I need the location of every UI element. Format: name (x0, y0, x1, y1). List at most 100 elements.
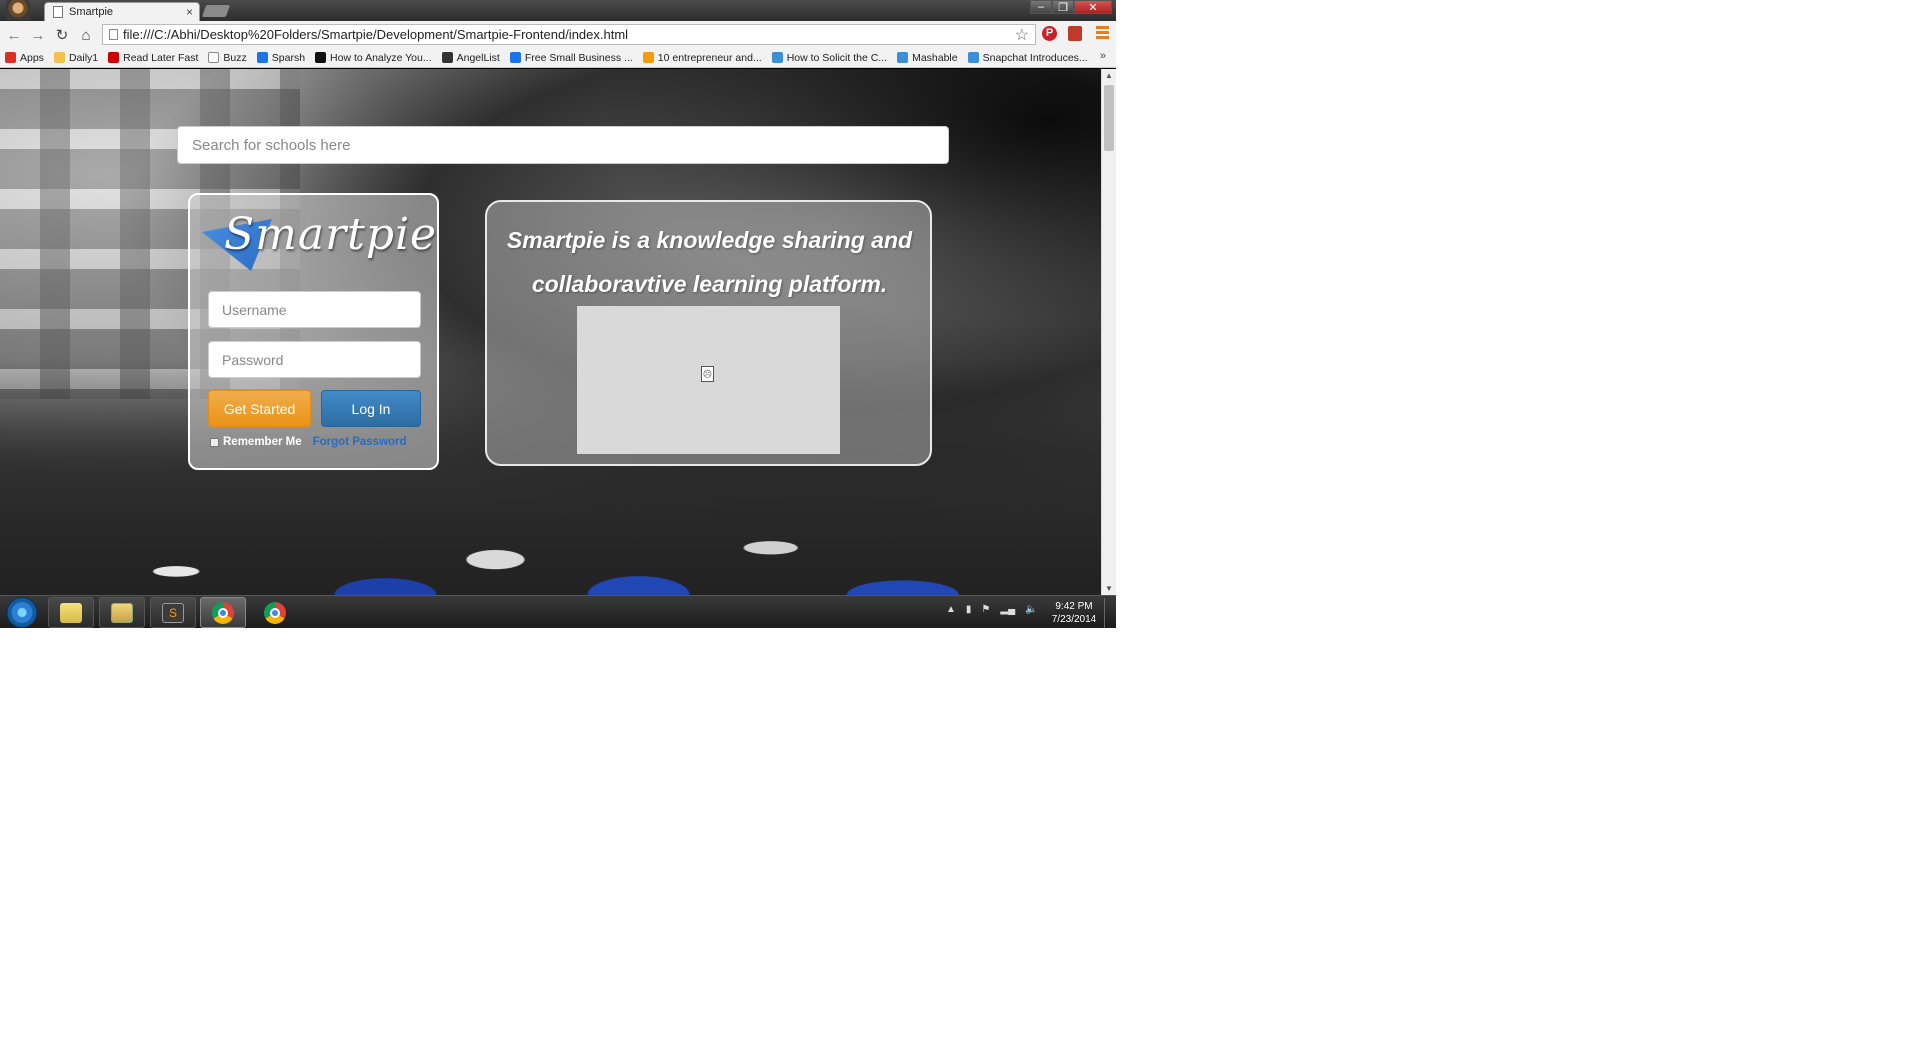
remember-me-checkbox[interactable] (210, 437, 219, 447)
username-field[interactable] (208, 291, 421, 328)
maximize-button[interactable]: ❐ (1052, 0, 1074, 14)
bookmarks-bar: Apps Daily1 Read Later Fast Buzz Sparsh How t… (0, 48, 1116, 68)
info-card: Smartpie is a knowledge sharing and coll… (485, 200, 932, 466)
bookmark-star-icon[interactable]: ☆ (1015, 25, 1029, 45)
password-field[interactable] (208, 341, 421, 378)
taskbar-chrome-app[interactable] (200, 597, 246, 628)
bookmark-item[interactable]: Snapchat Introduces... (963, 52, 1093, 64)
network-signal-icon[interactable]: ▂▄ (1000, 604, 1015, 615)
bookmark-label: Apps (20, 51, 44, 64)
smartpie-logo: Smartpie (202, 209, 436, 275)
reload-icon[interactable]: ↻ (52, 25, 72, 45)
home-icon[interactable]: ⌂ (76, 25, 96, 45)
page-scrollbar[interactable]: ▲ ▼ (1101, 69, 1116, 595)
forward-arrow-icon[interactable]: → (28, 25, 48, 45)
page-favicon-icon (53, 6, 63, 18)
bookmark-item[interactable]: Free Small Business ... (505, 52, 638, 64)
bookmark-item[interactable]: Buzz (203, 52, 251, 64)
login-button[interactable]: Log In (321, 390, 421, 427)
address-bar[interactable]: file:///C:/Abhi/Desktop%20Folders/Smartp… (102, 24, 1036, 45)
bookmark-label: 10 entrepreneur and... (657, 51, 762, 64)
pinterest-extension-icon[interactable]: P (1042, 26, 1057, 41)
clock-time: 9:42 PM (1055, 601, 1093, 612)
chrome-menu-icon[interactable] (1096, 26, 1109, 40)
taskbar-sublime-app[interactable]: S (150, 597, 196, 628)
profile-avatar-icon[interactable] (6, 0, 30, 20)
battery-icon[interactable]: ▮ (966, 604, 972, 615)
chrome-icon (264, 601, 286, 624)
s-icon (256, 52, 268, 63)
start-button[interactable] (6, 597, 38, 628)
file-explorer-icon (111, 602, 133, 623)
bookmark-label: Free Small Business ... (524, 51, 633, 64)
tab-smartpie[interactable]: Smartpie × (44, 2, 200, 21)
folder-icon (53, 52, 65, 63)
folder-icon (60, 602, 82, 623)
forgot-password-link[interactable]: Forgot Password (313, 436, 407, 448)
scrollbar-thumb[interactable] (1104, 85, 1114, 151)
taskbar-chrome-pinned[interactable] (252, 597, 298, 628)
close-window-button[interactable]: ✕ (1074, 0, 1112, 14)
clock-date: 7/23/2014 (1051, 614, 1097, 625)
remember-row: Remember Me Forgot Password (210, 436, 407, 448)
minimize-button[interactable]: – (1030, 0, 1052, 14)
taskbar-explorer-app[interactable] (99, 597, 145, 628)
screenshot: Smartpie × – ❐ ✕ ← → ↻ ⌂ file:///C:/Abhi… (0, 0, 1116, 628)
bookmark-icon (108, 52, 120, 63)
bookmark-label: Mashable (912, 51, 958, 64)
bookmark-label: Sparsh (271, 51, 306, 64)
action-center-flag-icon[interactable]: ⚑ (981, 604, 990, 615)
tab-close-icon[interactable]: × (186, 5, 193, 19)
flame-icon (642, 52, 654, 63)
scroll-up-arrow-icon[interactable]: ▲ (1105, 71, 1113, 80)
browser-titlebar: Smartpie × – ❐ ✕ (0, 0, 1116, 21)
m-icon (967, 52, 979, 63)
s-icon (509, 52, 521, 63)
school-search-input[interactable] (177, 126, 949, 164)
page-viewport: Smartpie Get Started Log In Remember Me … (0, 69, 1101, 595)
browser-toolbar: ← → ↻ ⌂ file:///C:/Abhi/Desktop%20Folder… (0, 21, 1116, 48)
show-hidden-icons-icon[interactable]: ▲ (946, 604, 956, 615)
bookmark-label: Buzz (223, 51, 247, 64)
show-desktop-button[interactable] (1104, 598, 1114, 628)
logo-text: Smartpie (224, 209, 438, 260)
login-card: Smartpie Get Started Log In Remember Me … (188, 193, 439, 470)
bookmark-label: Read Later Fast (123, 51, 199, 64)
bookmark-item[interactable]: Read Later Fast (103, 52, 203, 64)
back-arrow-icon[interactable]: ← (4, 25, 24, 45)
extension-icon[interactable] (1068, 26, 1082, 41)
windows-taskbar: S ▲ ▮ ⚑ ▂▄ 🔈 9:42 PM 7/23/2014 (0, 595, 1116, 628)
bookmarks-overflow-icon[interactable]: » (1100, 50, 1106, 62)
peace-icon (441, 52, 453, 63)
bookmark-label: How to Solicit the C... (786, 51, 888, 64)
system-clock[interactable]: 9:42 PM 7/23/2014 (1046, 600, 1102, 626)
remember-me-label[interactable]: Remember Me (223, 436, 302, 448)
page-icon (109, 29, 118, 40)
page-icon (208, 52, 220, 63)
broken-plugin-icon: ☹ (701, 366, 714, 382)
volume-icon[interactable]: 🔈 (1025, 604, 1037, 615)
bookmark-label: How to Analyze You... (330, 51, 432, 64)
bookmark-item[interactable]: Apps (0, 52, 49, 64)
bookmark-label: AngelList (456, 51, 500, 64)
bookmark-item[interactable]: Mashable (892, 52, 963, 64)
bookmark-label: Daily1 (68, 51, 99, 64)
get-started-button[interactable]: Get Started (208, 390, 311, 427)
bookmark-item[interactable]: AngelList (437, 52, 505, 64)
taskbar-folder-app[interactable] (48, 597, 94, 628)
m-icon (897, 52, 909, 63)
embedded-video-placeholder[interactable]: ☹ (577, 306, 840, 454)
system-tray: ▲ ▮ ⚑ ▂▄ 🔈 (946, 604, 1038, 615)
apps-grid-icon (5, 52, 16, 63)
bookmark-item[interactable]: How to Solicit the C... (767, 52, 892, 64)
sublime-text-icon: S (162, 602, 184, 623)
bookmark-item[interactable]: Sparsh (252, 52, 310, 64)
bookmark-item[interactable]: 10 entrepreneur and... (638, 52, 767, 64)
new-tab-button[interactable] (201, 5, 231, 17)
scroll-down-arrow-icon[interactable]: ▼ (1105, 584, 1113, 593)
bookmark-item[interactable]: Daily1 (49, 52, 103, 64)
chrome-icon (212, 601, 234, 624)
bookmark-item[interactable]: How to Analyze You... (310, 52, 437, 64)
tagline: Smartpie is a knowledge sharing and coll… (506, 227, 913, 297)
m-icon (771, 52, 783, 63)
